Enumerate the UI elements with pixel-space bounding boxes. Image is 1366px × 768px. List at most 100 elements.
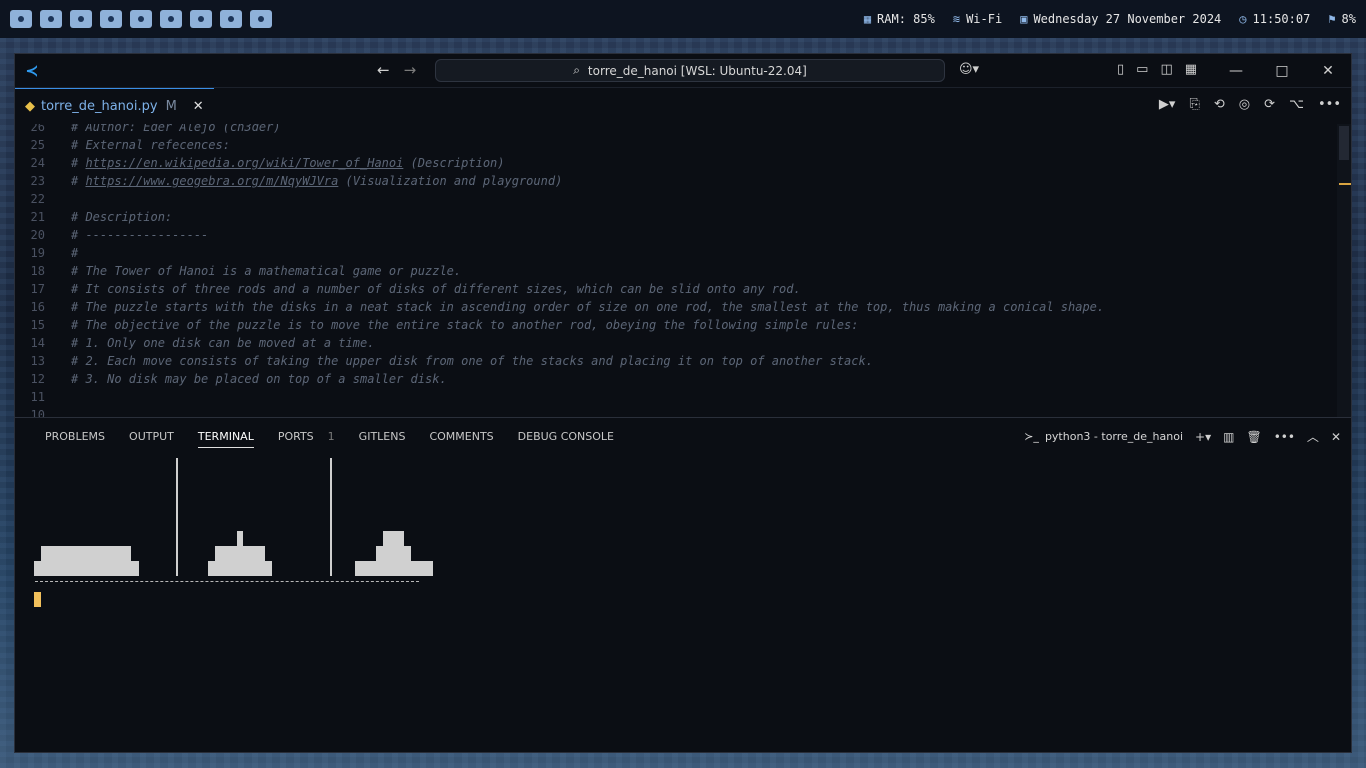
toggle-secondary-sidebar-icon[interactable]: ◫ [1160, 62, 1172, 77]
workspace-8[interactable] [220, 10, 242, 28]
close-panel-icon[interactable]: ✕ [1331, 430, 1341, 444]
code-line[interactable]: 19 # [15, 244, 79, 262]
code-line[interactable]: 20 # ----------------- [15, 226, 209, 244]
minimize-icon[interactable]: — [1213, 54, 1259, 88]
customize-layout-icon[interactable]: ▦ [1185, 62, 1197, 77]
workspace-1[interactable] [10, 10, 32, 28]
split-terminal-icon[interactable]: ▥ [1223, 430, 1234, 444]
wifi-indicator[interactable]: ≋ Wi-Fi [953, 12, 1002, 26]
code-text: # The puzzle starts with the disks in a … [71, 300, 1105, 314]
more-actions-icon[interactable]: ••• [1318, 97, 1341, 112]
previous-commit-icon[interactable]: ⟲ [1214, 97, 1225, 112]
code-line[interactable]: 13 # 2. Each move consists of taking the … [15, 352, 873, 370]
close-tab-icon[interactable]: ✕ [193, 99, 204, 114]
code-line[interactable]: 21 # Description: [15, 208, 173, 226]
tab-output[interactable]: OUTPUT [117, 418, 186, 454]
search-text: torre_de_hanoi [WSL: Ubuntu-22.04] [587, 63, 807, 78]
tab-gitlens[interactable]: GITLENS [347, 418, 418, 454]
tab-problems[interactable]: PROBLEMS [33, 418, 117, 454]
panel-tabs: PROBLEMS OUTPUT TERMINAL PORTS 1 GITLENS … [15, 418, 1351, 454]
new-terminal-icon[interactable]: +▾ [1195, 430, 1211, 444]
code-link[interactable]: https://en.wikipedia.org/wiki/Tower_of_H… [85, 156, 403, 170]
line-number: 12 [30, 372, 45, 386]
code-line[interactable]: 15 # The objective of the puzzle is to mo… [15, 316, 859, 334]
code-line[interactable]: 14 # 1. Only one disk can be moved at a t… [15, 334, 375, 352]
workspace-9[interactable] [250, 10, 272, 28]
comment-hash: # [71, 174, 86, 188]
code-editor[interactable]: 26 # Author: Eder Alejo (ch3der) 25 # Exter… [15, 124, 1351, 418]
terminal-name: python3 - torre_de_hanoi [1044, 430, 1184, 443]
terminal-output[interactable] [15, 454, 1351, 752]
workspace-7[interactable] [190, 10, 212, 28]
workspace-3[interactable] [70, 10, 92, 28]
line-number: 26 [30, 124, 45, 134]
terminal-icon: ≻_ [1024, 430, 1039, 443]
toggle-panel-icon[interactable]: ▭ [1136, 62, 1148, 77]
line-number: 23 [30, 174, 45, 188]
maximize-icon[interactable]: □ [1259, 54, 1305, 88]
clock-indicator[interactable]: ◷ 11:50:07 [1239, 12, 1310, 26]
terminal-cursor [34, 592, 41, 607]
code-line[interactable]: 22 [15, 190, 71, 208]
back-arrow-icon[interactable]: ← [377, 61, 390, 79]
line-number: 13 [30, 354, 45, 368]
hanoi-disk [355, 561, 433, 576]
tab-output-label: OUTPUT [129, 429, 174, 443]
line-number: 20 [30, 228, 45, 242]
tab-problems-label: PROBLEMS [45, 429, 106, 443]
gitlens-icon[interactable]: ⌥ [1289, 97, 1304, 112]
editor-scrollbar[interactable] [1337, 124, 1351, 418]
tab-debug-console[interactable]: DEBUG CONSOLE [506, 418, 626, 454]
maximize-panel-icon[interactable]: ︿ [1307, 428, 1319, 445]
workspace-4[interactable] [100, 10, 122, 28]
code-link[interactable]: https://www.geogebra.org/m/NqyWJVra [85, 174, 338, 188]
code-line[interactable]: 16 # The puzzle starts with the disks in … [15, 298, 1105, 316]
hanoi-disk [376, 546, 411, 561]
tab-debug-console-label: DEBUG CONSOLE [517, 429, 614, 443]
clock-icon: ◷ [1239, 12, 1247, 26]
code-line[interactable]: 18 # The Tower of Hanoi is a mathematical… [15, 262, 462, 280]
code-text-rest: (Visualization and playground) [338, 174, 563, 188]
workspace-2[interactable] [40, 10, 62, 28]
ram-text: RAM: 85% [877, 12, 935, 26]
tab-comments[interactable]: COMMENTS [417, 418, 505, 454]
forward-arrow-icon[interactable]: → [404, 61, 417, 79]
code-text: # https://en.wikipedia.org/wiki/Tower_of… [53, 154, 505, 172]
tab-torre-de-hanoi[interactable]: ◆ torre_de_hanoi.py M ✕ [15, 88, 214, 124]
terminal-selector[interactable]: ≻_ python3 - torre_de_hanoi [1024, 430, 1183, 443]
ram-indicator[interactable]: ▦ RAM: 85% [864, 12, 935, 26]
code-line[interactable]: 23 # https://www.geogebra.org/m/NqyWJVra … [15, 172, 563, 190]
comment-hash: # [71, 156, 86, 170]
toggle-sidebar-icon[interactable]: ▯ [1117, 62, 1124, 77]
workspace-6[interactable] [160, 10, 182, 28]
more-panel-actions-icon[interactable]: ••• [1274, 430, 1295, 444]
tab-ports[interactable]: PORTS 1 [266, 418, 347, 454]
commit-icon[interactable]: ◎ [1239, 97, 1250, 112]
line-number: 19 [30, 246, 45, 260]
copilot-icon[interactable]: ☺▾ [959, 62, 979, 77]
code-line[interactable]: 17 # It consists of three rods and a numb… [15, 280, 801, 298]
kill-terminal-icon[interactable]: 🗑 [1246, 430, 1261, 444]
code-line[interactable]: 25 # External refecences: [15, 136, 230, 154]
line-number: 22 [30, 192, 45, 206]
code-line[interactable]: 24 # https://en.wikipedia.org/wiki/Tower_… [15, 154, 505, 172]
command-center-search[interactable]: ⌕ torre_de_hanoi [WSL: Ubuntu-22.04] [435, 59, 945, 82]
workspace-5[interactable] [130, 10, 152, 28]
run-icon[interactable]: ▶▾ [1159, 97, 1176, 112]
date-indicator[interactable]: ▣ Wednesday 27 November 2024 [1020, 12, 1221, 26]
next-commit-icon[interactable]: ⟳ [1264, 97, 1275, 112]
scrollbar-thumb[interactable] [1339, 126, 1349, 160]
code-line[interactable]: 26 # Author: Eder Alejo (ch3der) [15, 124, 281, 136]
open-changes-icon[interactable]: ⎘ [1189, 97, 1199, 112]
tab-terminal-label: TERMINAL [197, 430, 254, 448]
editor-tab-bar: ◆ torre_de_hanoi.py M ✕ ▶▾ ⎘ ⟲ ◎ ⟳ ⌥ ••• [15, 88, 1351, 124]
code-line[interactable]: 12 # 3. No disk may be placed on top of a… [15, 370, 447, 388]
battery-icon: ⚑ [1328, 12, 1336, 26]
tab-terminal[interactable]: TERMINAL [186, 418, 266, 454]
code-line[interactable]: 11 [15, 388, 71, 406]
window-controls: — □ ✕ [1213, 54, 1351, 88]
close-window-icon[interactable]: ✕ [1305, 54, 1351, 88]
battery-indicator[interactable]: ⚑ 8% [1328, 12, 1356, 26]
